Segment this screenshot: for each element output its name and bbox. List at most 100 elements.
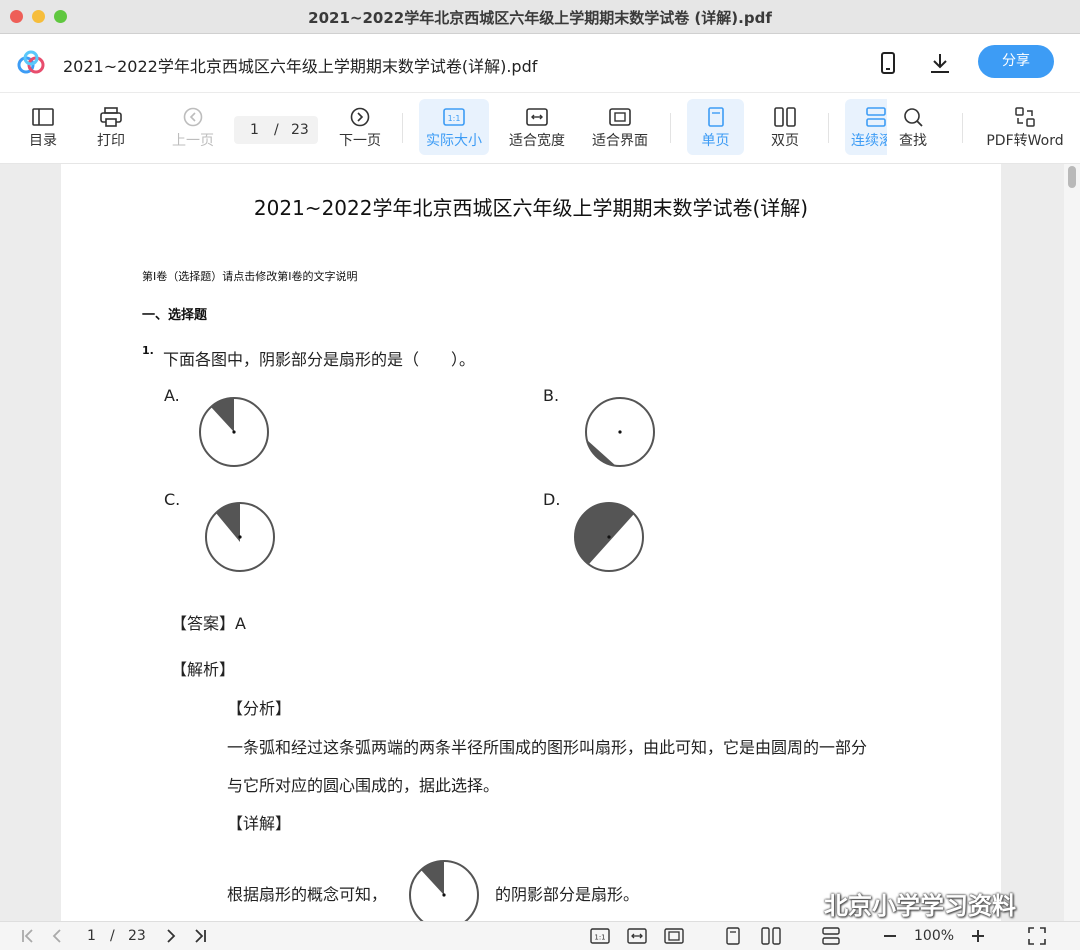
next-page-icon[interactable] xyxy=(164,927,178,945)
option-a-figure xyxy=(199,397,269,467)
document-name: 2021~2022学年北京西城区六年级上学期期末数学试卷(详解).pdf xyxy=(63,57,538,76)
bottom-total-pages: 23 xyxy=(128,928,146,944)
chevron-left-circle-icon xyxy=(183,107,203,127)
print-button[interactable]: 打印 xyxy=(86,99,136,155)
single-page-button[interactable]: 单页 xyxy=(687,99,744,155)
toolbar-divider xyxy=(962,113,963,143)
answer-text: 【答案】A xyxy=(171,614,246,633)
last-page-icon[interactable] xyxy=(192,927,208,945)
double-page-button[interactable]: 双页 xyxy=(758,99,812,155)
actual-size-small-icon[interactable]: 1:1 xyxy=(590,927,610,945)
wechat-icon xyxy=(787,895,819,918)
continuous-scroll-button[interactable]: 连续滚 xyxy=(845,99,887,155)
window-titlebar: 2021~2022学年北京西城区六年级上学期期末数学试卷 (详解).pdf xyxy=(0,0,1080,34)
find-button[interactable]: 查找 xyxy=(888,99,938,155)
fit-page-label: 适合界面 xyxy=(592,133,648,149)
zoom-out-icon[interactable] xyxy=(882,927,898,945)
next-page-label: 下一页 xyxy=(339,133,381,149)
explanation-line-1: 一条弧和经过这条弧两端的两条半径所围成的图形叫扇形，由此可知，它是由圆周的一部分 xyxy=(227,738,868,757)
bottom-navigation-bar: 1 / 23 1:1 100% xyxy=(0,921,1080,950)
vertical-scrollbar[interactable] xyxy=(1064,164,1080,921)
actual-size-icon: 1:1 xyxy=(443,108,465,126)
toc-label: 目录 xyxy=(29,133,57,149)
toc-icon xyxy=(32,108,54,126)
watermark-text: 北京小学学习资料 xyxy=(824,892,1016,920)
option-c-label: C. xyxy=(164,490,181,509)
zoom-level: 100% xyxy=(914,928,955,944)
detail-heading: 【详解】 xyxy=(227,814,292,833)
zoom-in-icon[interactable] xyxy=(970,927,986,945)
svg-text:1:1: 1:1 xyxy=(448,114,461,123)
option-a-label: A. xyxy=(164,386,180,405)
prev-page-icon[interactable] xyxy=(50,927,64,945)
scrollbar-thumb[interactable] xyxy=(1068,166,1076,188)
phone-icon[interactable] xyxy=(876,51,900,75)
chevron-right-circle-icon xyxy=(350,107,370,127)
svg-text:1:1: 1:1 xyxy=(594,934,605,942)
app-header: 2021~2022学年北京西城区六年级上学期期末数学试卷(详解).pdf 分享 xyxy=(0,34,1080,93)
conclusion-left: 根据扇形的概念可知， xyxy=(227,885,388,904)
fit-width-small-icon[interactable] xyxy=(627,927,647,945)
continuous-scroll-label: 连续滚 xyxy=(851,133,887,149)
page-number-box[interactable]: 1 / 23 xyxy=(234,116,318,144)
pdf-to-word-label: PDF转Word xyxy=(986,133,1064,149)
total-pages: 23 xyxy=(291,122,309,138)
option-b-figure xyxy=(585,397,655,467)
share-button[interactable]: 分享 xyxy=(978,45,1054,78)
question-number: 1. xyxy=(142,344,154,357)
next-page-button[interactable]: 下一页 xyxy=(333,99,387,155)
toolbar-divider xyxy=(828,113,829,143)
download-icon[interactable] xyxy=(928,51,952,75)
continuous-small-icon[interactable] xyxy=(821,927,841,945)
fit-width-icon xyxy=(526,108,548,126)
option-d-label: D. xyxy=(543,490,561,509)
toolbar-divider xyxy=(670,113,671,143)
prev-page-label: 上一页 xyxy=(172,133,214,149)
search-icon xyxy=(904,108,923,127)
option-d-figure xyxy=(574,502,644,572)
fit-page-icon xyxy=(609,108,631,126)
pdf-to-word-button[interactable]: PDF转Word xyxy=(984,99,1066,155)
continuous-scroll-icon xyxy=(866,107,886,127)
find-label: 查找 xyxy=(899,133,927,149)
fit-width-button[interactable]: 适合宽度 xyxy=(504,99,570,155)
conclusion-right: 的阴影部分是扇形。 xyxy=(495,885,640,904)
section-note: 第Ⅰ卷（选择题）请点击修改第Ⅰ卷的文字说明 xyxy=(142,270,358,283)
document-title: 2021~2022学年北京西城区六年级上学期期末数学试卷(详解) xyxy=(253,196,809,220)
prev-page-button[interactable]: 上一页 xyxy=(166,99,220,155)
single-page-small-icon[interactable] xyxy=(724,927,742,945)
first-page-icon[interactable] xyxy=(20,927,36,945)
option-c-figure xyxy=(205,502,275,572)
answer-figure xyxy=(409,860,479,921)
fit-page-small-icon[interactable] xyxy=(664,927,684,945)
printer-icon xyxy=(100,107,122,127)
single-page-icon xyxy=(707,107,724,127)
fit-width-label: 适合宽度 xyxy=(509,133,565,149)
toolbar-divider xyxy=(402,113,403,143)
window-title: 2021~2022学年北京西城区六年级上学期期末数学试卷 (详解).pdf xyxy=(308,9,772,27)
print-label: 打印 xyxy=(97,133,125,149)
single-page-label: 单页 xyxy=(701,133,730,149)
option-b-label: B. xyxy=(543,386,560,405)
explanation-line-2: 与它所对应的圆心围成的，据此选择。 xyxy=(227,776,500,795)
convert-icon xyxy=(1015,107,1035,127)
fit-page-button[interactable]: 适合界面 xyxy=(587,99,653,155)
double-page-icon xyxy=(774,107,796,127)
toc-button[interactable]: 目录 xyxy=(18,99,68,155)
actual-size-label: 实际大小 xyxy=(426,133,482,149)
section-heading: 一、选择题 xyxy=(142,308,208,323)
bottom-current-page[interactable]: 1 xyxy=(87,928,96,944)
fullscreen-icon[interactable] xyxy=(1028,927,1046,945)
wechat-watermark: 北京小学学习资料 xyxy=(786,886,1016,921)
fenxi-heading: 【分析】 xyxy=(227,699,292,718)
baidu-netdisk-logo-icon xyxy=(17,50,45,74)
actual-size-button[interactable]: 1:1 实际大小 xyxy=(419,99,489,155)
current-page-input[interactable]: 1 xyxy=(250,116,259,144)
question-text: 下面各图中，阴影部分是扇形的是（ ）。 xyxy=(163,350,476,369)
analysis-heading: 【解析】 xyxy=(171,660,236,679)
double-page-label: 双页 xyxy=(771,133,799,149)
pdf-page: 2021~2022学年北京西城区六年级上学期期末数学试卷(详解) 第Ⅰ卷（选择题… xyxy=(61,164,1001,921)
double-page-small-icon[interactable] xyxy=(761,927,781,945)
bottom-page-separator: / xyxy=(110,928,115,944)
page-separator: / xyxy=(274,122,279,138)
